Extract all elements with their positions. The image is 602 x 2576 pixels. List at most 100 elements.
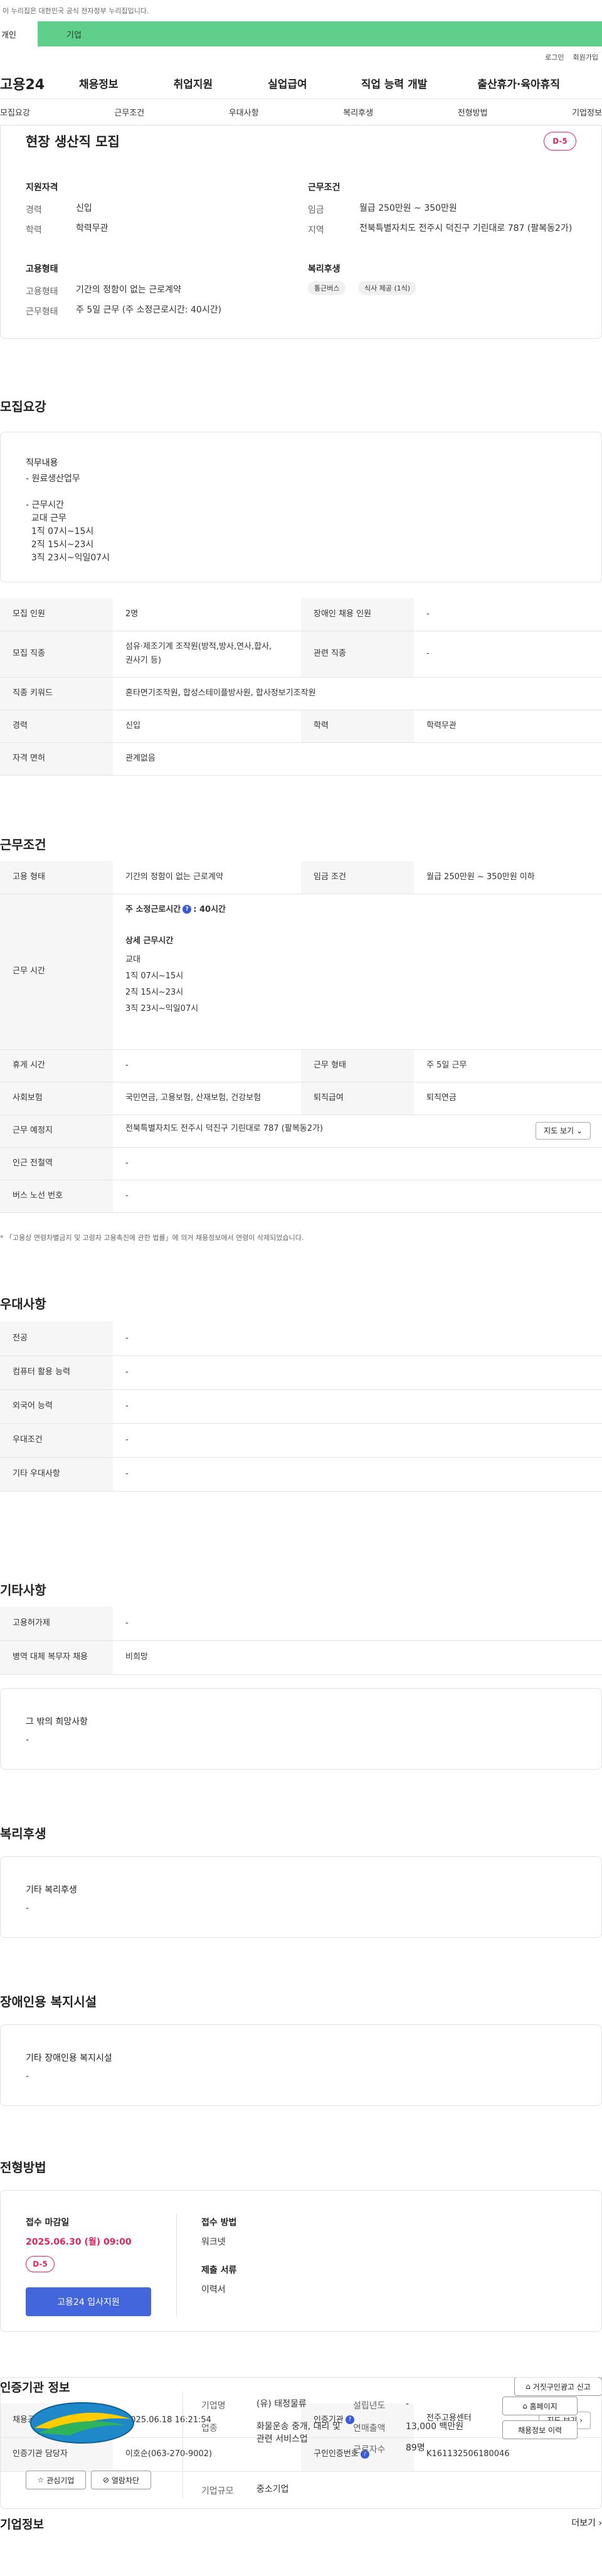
company-card: ☆ 관심기업 ⊘ 열람차단 기업명 (유) 태정물류 업종 화물운송 중개, 대… xyxy=(0,2377,602,2509)
subnav-welfare[interactable]: 복리후생 xyxy=(343,106,373,118)
duty-label: 직무내용 xyxy=(26,458,58,468)
chevron-down-icon: ⌄ xyxy=(576,1126,583,1135)
map-view-button[interactable]: 지도 보기 ⌄ xyxy=(536,1122,591,1140)
signup-link[interactable]: 회원가입 xyxy=(573,52,598,62)
nav-vocational-training[interactable]: 직업 능력 개발 xyxy=(361,75,428,91)
founded-value: - xyxy=(406,2399,409,2409)
table-row: 병역 대체 복무자 채용 비희망 xyxy=(0,1640,602,1675)
table-key: 학력 xyxy=(301,710,414,743)
apply-button[interactable]: 고용24 입사지원 xyxy=(26,2287,151,2316)
table-value: - xyxy=(414,598,602,631)
block-company-button[interactable]: ⊘ 열람차단 xyxy=(91,2471,151,2489)
favorite-company-button[interactable]: ☆ 관심기업 xyxy=(26,2471,86,2489)
work-hours-detail: 주 소정근로시간?: 40시간 상세 근무시간 교대 1직 07시~15시 2직… xyxy=(113,894,602,1050)
table-key: 직종 키워드 xyxy=(0,677,113,710)
table-row: 전공 - xyxy=(0,1322,602,1356)
nav-unemployment-benefit[interactable]: 실업급여 xyxy=(268,75,307,91)
util-links: 로그인 회원가입 xyxy=(0,46,602,68)
map-button-label: 지도 보기 xyxy=(544,1126,574,1135)
block-label: 열람차단 xyxy=(111,2476,140,2485)
job-history-button[interactable]: 채용정보 이력 xyxy=(502,2420,578,2439)
table-key: 병역 대체 복무자 채용 xyxy=(0,1640,113,1675)
tab-personal[interactable]: 개인 xyxy=(0,21,38,46)
company-logo xyxy=(26,2397,139,2449)
subnav-recruit[interactable]: 모집요강 xyxy=(0,106,30,118)
table-key: 우대조건 xyxy=(0,1423,113,1458)
table-value: - xyxy=(113,1322,602,1356)
login-link[interactable]: 로그인 xyxy=(545,52,564,62)
employees-label: 근로자수 xyxy=(353,2445,386,2455)
screening-box: 접수 마감일 2025.06.30 (월) 09:00 D-5 고용24 입사지… xyxy=(0,2190,602,2332)
block-icon: ⊘ xyxy=(102,2476,110,2484)
table-key: 관련 직종 xyxy=(301,631,414,678)
table-key: 퇴직급여 xyxy=(301,1082,414,1115)
table-value: 관계없음 xyxy=(113,742,602,776)
table-value: 혼타면기조작원, 합성스테이플방사원, 합사정보기조작원 xyxy=(113,677,602,710)
education-label: 학력 xyxy=(26,225,42,235)
table-key: 모집 인원 xyxy=(0,598,113,631)
table-key: 컴퓨터 활용 능력 xyxy=(0,1355,113,1390)
divider xyxy=(182,2392,183,2498)
recruit-section-title: 모집요강 xyxy=(0,399,46,414)
table-row: 자격 면허 관계없음 xyxy=(0,742,602,776)
table-row: 휴게 시간 - 근무 형태 주 5일 근무 xyxy=(0,1049,602,1082)
nav-parental-leave[interactable]: 출산휴가·육아휴직 xyxy=(477,75,560,91)
table-row: 경력 신입 학력 학력무관 xyxy=(0,710,602,743)
table-key: 근무 예정지 xyxy=(0,1114,113,1148)
company-section-title: 기업정보 xyxy=(0,2518,44,2531)
subnav-conditions[interactable]: 근무조건 xyxy=(114,106,144,118)
welfare-chip: 통근버스 xyxy=(308,281,346,295)
founded-label: 설립년도 xyxy=(353,2401,386,2411)
recruit-table: 모집 인원 2명 장애인 채용 인원 - 모집 직종 섬유·제조기계 조작원(방… xyxy=(0,598,602,776)
docs-label: 제출 서류 xyxy=(201,2265,237,2275)
site-logo[interactable]: 고용24 xyxy=(0,73,75,94)
table-row: 직종 키워드 혼타면기조작원, 합성스테이플방사원, 합사정보기조작원 xyxy=(0,677,602,710)
career-value: 신입 xyxy=(76,203,92,213)
table-value: - xyxy=(113,1355,602,1390)
nav-jobs[interactable]: 채용정보 xyxy=(79,75,119,91)
screening-section-title: 전형방법 xyxy=(0,2160,46,2175)
homepage-button[interactable]: ⌂ 홈페이지 xyxy=(502,2397,578,2415)
work-section-title: 근무조건 xyxy=(0,837,46,852)
table-key: 근무 형태 xyxy=(301,1049,414,1082)
company-more-link[interactable]: 더보기 › xyxy=(571,2516,602,2529)
subnav-company[interactable]: 기업정보 xyxy=(572,106,602,118)
subnav-screening[interactable]: 전형방법 xyxy=(458,106,488,118)
more-label: 더보기 xyxy=(571,2518,596,2528)
wage-value: 월급 250만원 ~ 350만원 xyxy=(359,203,457,213)
table-value: 기간의 정함이 없는 근로계약 xyxy=(113,861,301,894)
info-icon[interactable]: ? xyxy=(182,905,192,914)
star-icon: ☆ xyxy=(37,2476,45,2484)
table-value: 2명 xyxy=(113,598,301,631)
deadline-value: 2025.06.30 (월) 09:00 xyxy=(26,2237,132,2247)
region-value: 전북특별자치도 전주시 덕진구 기린대로 787 (팔복동2가) xyxy=(359,223,573,233)
table-value: - xyxy=(113,1180,602,1213)
table-key: 버스 노선 번호 xyxy=(0,1180,113,1213)
docs-value: 이력서 xyxy=(201,2285,226,2295)
work-table: 고용 형태 기간의 정함이 없는 근로계약 임금 조건 월급 250만원 ~ 3… xyxy=(0,861,602,1213)
industry-value: 화물운송 중개, 대리 및 관련 서비스업 xyxy=(256,2422,341,2444)
sales-label: 연매출액 xyxy=(353,2424,386,2434)
table-row: 기타 우대사항 - xyxy=(0,1457,602,1492)
subnav-preference[interactable]: 우대사항 xyxy=(229,106,259,118)
disabled-facility-box: 기타 장애인용 복지시설 - xyxy=(0,2024,602,2106)
nav-employment-support[interactable]: 취업지원 xyxy=(174,75,213,91)
table-row: 모집 직종 섬유·제조기계 조작원(방적,방사,연사,합사, 권사기 등) 관련… xyxy=(0,631,602,678)
detail-hours-heading: 상세 근무시간 xyxy=(125,936,174,946)
table-row: 사회보험 국민연금, 고용보험, 산재보험, 건강보험 퇴직급여 퇴직연금 xyxy=(0,1082,602,1115)
welfare-label: 기타 복리후생 xyxy=(26,1885,77,1895)
company-name-label: 기업명 xyxy=(201,2401,226,2411)
table-key: 임금 조건 xyxy=(301,861,414,894)
tab-company[interactable]: 기업 xyxy=(38,21,602,46)
table-key: 근무 시간 xyxy=(0,894,113,1050)
sales-value: 13,000 백만원 xyxy=(406,2422,464,2432)
table-row: 우대조건 - xyxy=(0,1423,602,1458)
table-key: 경력 xyxy=(0,710,113,743)
table-key: 기타 우대사항 xyxy=(0,1457,113,1492)
table-key: 고용허가제 xyxy=(0,1606,113,1641)
region-label: 지역 xyxy=(308,225,324,235)
table-value: - xyxy=(113,1606,602,1641)
weekly-hours-value: : 40시간 xyxy=(193,904,226,914)
duty-text: - 원료생산업무 - 근무시간 교대 근무 1직 07시~15시 2직 15시~… xyxy=(26,474,110,563)
disabled-facility-value: - xyxy=(26,2071,29,2082)
